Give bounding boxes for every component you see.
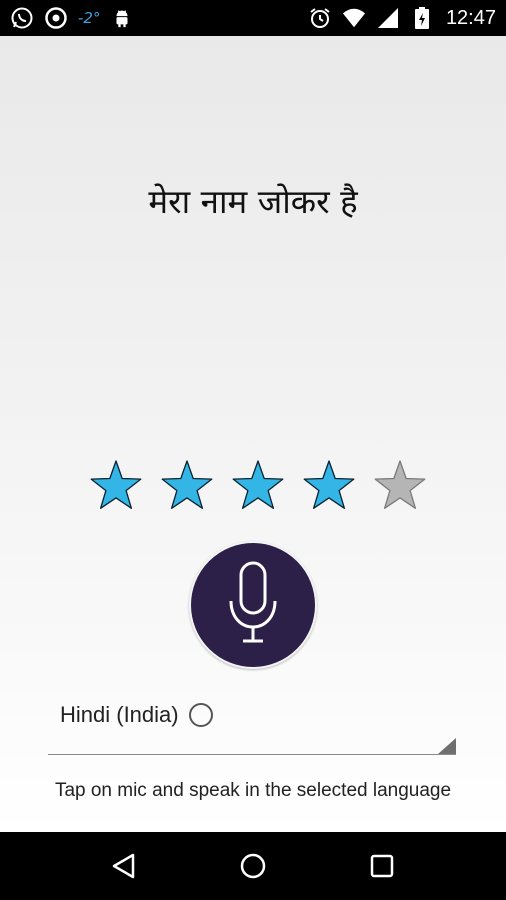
- star-icon[interactable]: [230, 458, 286, 514]
- nav-bar: [0, 832, 506, 900]
- temperature-text: -2°: [78, 9, 101, 27]
- spinner-underline: [48, 754, 456, 755]
- status-right: 12:47: [308, 6, 496, 30]
- status-left: -2°: [10, 6, 134, 30]
- back-icon: [113, 853, 135, 879]
- home-button[interactable]: [233, 846, 273, 886]
- android-icon: [110, 6, 134, 30]
- star-icon[interactable]: [88, 458, 144, 514]
- language-radio[interactable]: [188, 703, 213, 727]
- microphone-icon: [229, 561, 277, 643]
- star-empty-icon[interactable]: [372, 458, 428, 514]
- star-icon[interactable]: [159, 458, 215, 514]
- status-bar: -2° 12:47: [0, 0, 506, 36]
- language-selector[interactable]: Hindi (India): [60, 702, 213, 728]
- language-label[interactable]: Hindi (India): [60, 702, 179, 728]
- spinner-arrow-icon[interactable]: [438, 738, 456, 754]
- back-button[interactable]: [104, 846, 144, 886]
- app-circle-icon: [44, 6, 68, 30]
- recents-button[interactable]: [362, 846, 402, 886]
- whatsapp-icon: [10, 6, 34, 30]
- rating-stars[interactable]: [88, 458, 428, 518]
- recognized-text: मेरा नाम जोकर है: [148, 182, 358, 221]
- main-content: मेरा नाम जोकर है Hindi (India) Tap on mi…: [0, 36, 506, 832]
- recents-icon: [370, 854, 393, 878]
- alarm-icon: [308, 6, 332, 30]
- mic-button[interactable]: [189, 541, 317, 669]
- home-icon: [240, 853, 266, 879]
- battery-icon: [410, 6, 434, 30]
- wifi-icon: [342, 6, 366, 30]
- hint-text: Tap on mic and speak in the selected lan…: [54, 780, 452, 801]
- clock-text: 12:47: [445, 6, 496, 29]
- star-icon[interactable]: [301, 458, 357, 514]
- signal-icon: [376, 6, 400, 30]
